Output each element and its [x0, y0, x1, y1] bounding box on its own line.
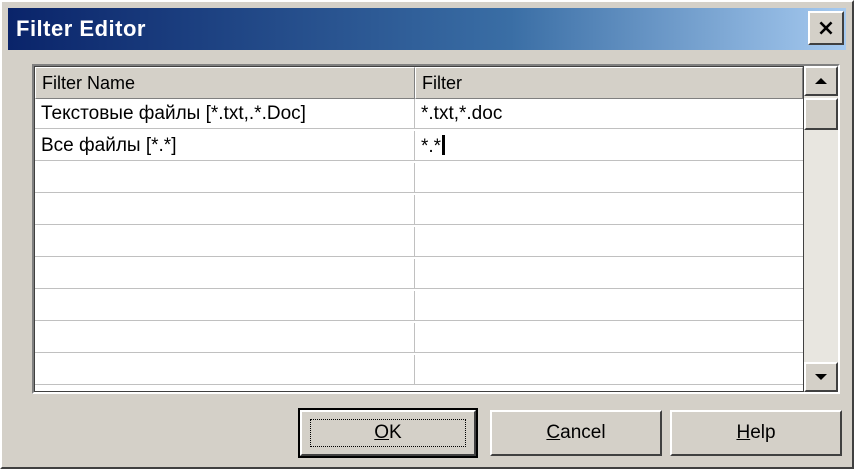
filter-cell[interactable]: *.*: [415, 131, 803, 161]
table-row[interactable]: [35, 355, 803, 385]
filter-cell[interactable]: [415, 227, 803, 257]
table-row[interactable]: Текстовые файлы [*.txt,.*.Doc] *.txt,*.do…: [35, 99, 803, 129]
title-bar[interactable]: Filter Editor ×: [8, 8, 846, 50]
filter-name-cell[interactable]: [35, 291, 415, 321]
ok-button[interactable]: OK: [298, 408, 478, 458]
filter-name-cell[interactable]: [35, 227, 415, 257]
scroll-thumb[interactable]: [804, 98, 838, 130]
table-row[interactable]: [35, 323, 803, 353]
filter-name-cell[interactable]: [35, 259, 415, 289]
filter-cell[interactable]: [415, 323, 803, 353]
arrow-down-icon: [815, 374, 827, 380]
column-header-filter-name[interactable]: Filter Name: [35, 67, 415, 99]
focus-rectangle: [310, 419, 466, 447]
filter-grid-frame: Filter Name Filter Текстовые файлы [*.tx…: [32, 64, 840, 394]
table-row[interactable]: [35, 195, 803, 225]
filter-name-cell[interactable]: [35, 195, 415, 225]
filter-cell[interactable]: *.txt,*.doc: [415, 99, 803, 129]
scroll-up-button[interactable]: [804, 66, 838, 96]
text-caret: [442, 135, 446, 155]
cancel-button[interactable]: Cancel: [490, 410, 662, 456]
filter-cell[interactable]: [415, 259, 803, 289]
filter-editor-dialog: Filter Editor × Filter Name Filter Текст…: [0, 0, 854, 469]
filter-grid[interactable]: Filter Name Filter Текстовые файлы [*.tx…: [34, 66, 804, 392]
help-button-label: Help: [736, 422, 776, 443]
cancel-button-label: Cancel: [546, 422, 606, 443]
filter-name-cell[interactable]: [35, 323, 415, 353]
filter-name-cell[interactable]: Текстовые файлы [*.txt,.*.Doc]: [35, 99, 415, 129]
close-button[interactable]: ×: [808, 11, 844, 45]
filter-name-cell[interactable]: [35, 355, 415, 385]
close-icon: ×: [816, 15, 836, 41]
column-header-filter[interactable]: Filter: [415, 67, 803, 99]
table-row[interactable]: [35, 163, 803, 193]
arrow-up-icon: [815, 78, 827, 84]
filter-cell[interactable]: [415, 195, 803, 225]
help-button[interactable]: Help: [670, 410, 842, 456]
filter-name-cell[interactable]: Все файлы [*.*]: [35, 131, 415, 161]
scroll-down-button[interactable]: [804, 362, 838, 392]
filter-cell[interactable]: [415, 163, 803, 193]
table-row[interactable]: [35, 259, 803, 289]
filter-name-cell[interactable]: [35, 163, 415, 193]
table-row[interactable]: Все файлы [*.*] *.*: [35, 131, 803, 161]
grid-header: Filter Name Filter: [35, 67, 803, 99]
filter-cell[interactable]: [415, 291, 803, 321]
vertical-scrollbar[interactable]: [804, 66, 838, 392]
window-title: Filter Editor: [16, 16, 146, 41]
table-row[interactable]: [35, 227, 803, 257]
table-row[interactable]: [35, 291, 803, 321]
filter-cell[interactable]: [415, 355, 803, 385]
